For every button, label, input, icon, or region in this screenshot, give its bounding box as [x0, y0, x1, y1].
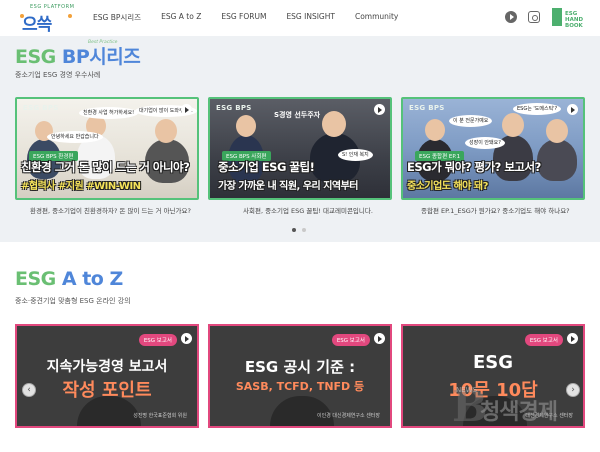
- atoz-lecture-card[interactable]: ESG 보고서 지속가능경영 보고서 작성 포인트 성진명 한국표준협회 위원: [15, 324, 199, 428]
- atoz-lecture-card[interactable]: ESG 보고서 ESG 공시 기준 : SASB, TCFD, TNFD 등 이…: [208, 324, 392, 428]
- bp-series-title: ESG BP시리즈: [15, 42, 141, 69]
- lecture-subtitle: 작성 포인트: [62, 380, 152, 401]
- card-caption[interactable]: 환경편, 중소기업이 친환경하자? 돈 많이 드는 거 아닌가요?: [30, 205, 191, 215]
- nav-bp-series[interactable]: ESG BP시리즈: [93, 12, 141, 23]
- main-nav: ESG BP시리즈 ESG A to Z ESG FORUM ESG INSIG…: [93, 12, 418, 23]
- play-icon[interactable]: [374, 333, 385, 344]
- site-logo[interactable]: ESG PLATFORM 으쓱: [20, 4, 76, 35]
- bp-series-subtitle: 중소기업 ESG 경영 우수사례: [15, 71, 101, 79]
- speech-bubble: 안녕하세요 반갑습니다: [47, 131, 103, 143]
- bp-title-esg: ESG: [15, 46, 56, 68]
- card-caption[interactable]: 사회편, 중소기업 ESG 꿀팁! 대교레미콘입니다.: [243, 205, 373, 215]
- category-pill: ESG 보고서: [331, 334, 370, 346]
- card-tag: ESG BPS: [216, 104, 252, 112]
- lecturer-name: 이인경 대신경제연구소 센터장: [317, 413, 380, 419]
- card-caption[interactable]: 종합편 EP.1_ESG가 뭔가요? 중소기업도 해야 하나요?: [421, 205, 570, 215]
- speech-bubble: S! 인재 복지: [338, 149, 373, 161]
- play-icon[interactable]: [181, 104, 192, 115]
- instagram-icon[interactable]: [528, 11, 540, 23]
- nav-esg-forum[interactable]: ESG FORUM: [221, 12, 266, 23]
- person-head: [322, 111, 346, 137]
- handbook-link[interactable]: ESG HAND BOOK: [552, 8, 586, 29]
- speech-bubble: 성장이 안돼요?: [465, 137, 505, 149]
- bp-video-card[interactable]: ESG는 '도메스틱'? 이 분 전문가예요 성장이 안돼요? ESG BPS …: [401, 97, 585, 200]
- play-icon[interactable]: [567, 104, 578, 115]
- person-figure: [537, 139, 577, 181]
- nav-esg-atoz[interactable]: ESG A to Z: [161, 12, 201, 23]
- card-tag: ESG BPS: [23, 104, 59, 112]
- handbook-icon: [552, 8, 562, 26]
- lecture-title: ESG 공시 기준 :: [244, 358, 356, 376]
- atoz-subtitle: 중소·중견기업 맞춤형 ESG 온라인 강의: [15, 297, 131, 305]
- lecture-title: ESG: [472, 352, 514, 373]
- person-head: [546, 119, 568, 143]
- nav-community[interactable]: Community: [355, 12, 398, 23]
- speech-bubble: 친환경 사업 허가하세요!: [79, 107, 139, 119]
- play-icon[interactable]: [567, 333, 578, 344]
- nav-esg-insight[interactable]: ESG INSIGHT: [286, 12, 335, 23]
- logo-dot-icon: [20, 14, 24, 18]
- person-head: [425, 119, 445, 141]
- speech-bubble: 이 분 전문가예요: [449, 115, 493, 127]
- top-header: ESG PLATFORM 으쓱 ESG BP시리즈 ESG A to Z ESG…: [0, 0, 600, 36]
- thumbnail-subheadline: 가장 가까운 내 직원, 우리 지역부터: [218, 181, 359, 192]
- thumbnail-subheadline: #협력사 #지원 #WIN-WIN: [21, 181, 141, 192]
- lecture-subtitle: SASB, TCFD, TNFD 등: [235, 380, 365, 393]
- bp-video-card[interactable]: S경영 선두주자 S! 인재 복지 ESG BPS ESG BPS 사회편 중소…: [208, 97, 392, 200]
- thumbnail-headline: 중소기업 ESG 꿀팁!: [218, 160, 315, 174]
- person-head: [155, 119, 177, 143]
- person-head: [236, 115, 256, 137]
- thumbnail-headline: 친환경 그거 돈 많이 드는 거 아니야?: [21, 160, 190, 174]
- lecture-title: 지속가능경영 보고서: [46, 359, 168, 375]
- carousel-prev-button[interactable]: ‹: [22, 383, 36, 397]
- card-tag: ESG BPS: [409, 104, 445, 112]
- handbook-label: ESG HAND BOOK: [565, 11, 584, 29]
- atoz-title-atoz: A to Z: [61, 268, 123, 290]
- logo-dot-icon: [68, 14, 72, 18]
- carousel-next-button[interactable]: ›: [566, 383, 580, 397]
- thumbnail-headline: ESG가 뭐야? 평가? 보고서?: [407, 160, 541, 174]
- person-head: [502, 113, 524, 137]
- play-icon[interactable]: [181, 333, 192, 344]
- thumbnail-subheadline: 중소기업도 해야 돼?: [407, 181, 488, 192]
- speech-bubble: S경영 선두주자: [274, 111, 321, 119]
- best-practice-label: Best Practice: [88, 40, 118, 45]
- play-icon[interactable]: [374, 104, 385, 115]
- logo-wordmark: 으쓱: [22, 15, 52, 35]
- atoz-title: ESG A to Z: [15, 268, 123, 290]
- category-pill: ESG 보고서: [524, 334, 563, 346]
- atoz-title-esg: ESG: [15, 268, 56, 290]
- lecturer-name: 성진명 한국표준협회 위원: [133, 413, 187, 419]
- bp-video-card[interactable]: 친환경 사업 허가하세요! 대기업이 많이 도와주세요 안녕하세요 반갑습니다 …: [15, 97, 199, 200]
- carousel-dot-active[interactable]: [292, 228, 296, 232]
- watermark-news: NEWS: [456, 386, 478, 394]
- carousel-dot[interactable]: [302, 228, 306, 232]
- watermark-text: 청색경제: [480, 400, 558, 425]
- speech-bubble: ESG는 '도메스틱'?: [513, 103, 562, 115]
- category-pill: ESG 보고서: [138, 334, 177, 346]
- youtube-icon[interactable]: [505, 11, 517, 23]
- bp-title-series: BP시리즈: [61, 46, 141, 68]
